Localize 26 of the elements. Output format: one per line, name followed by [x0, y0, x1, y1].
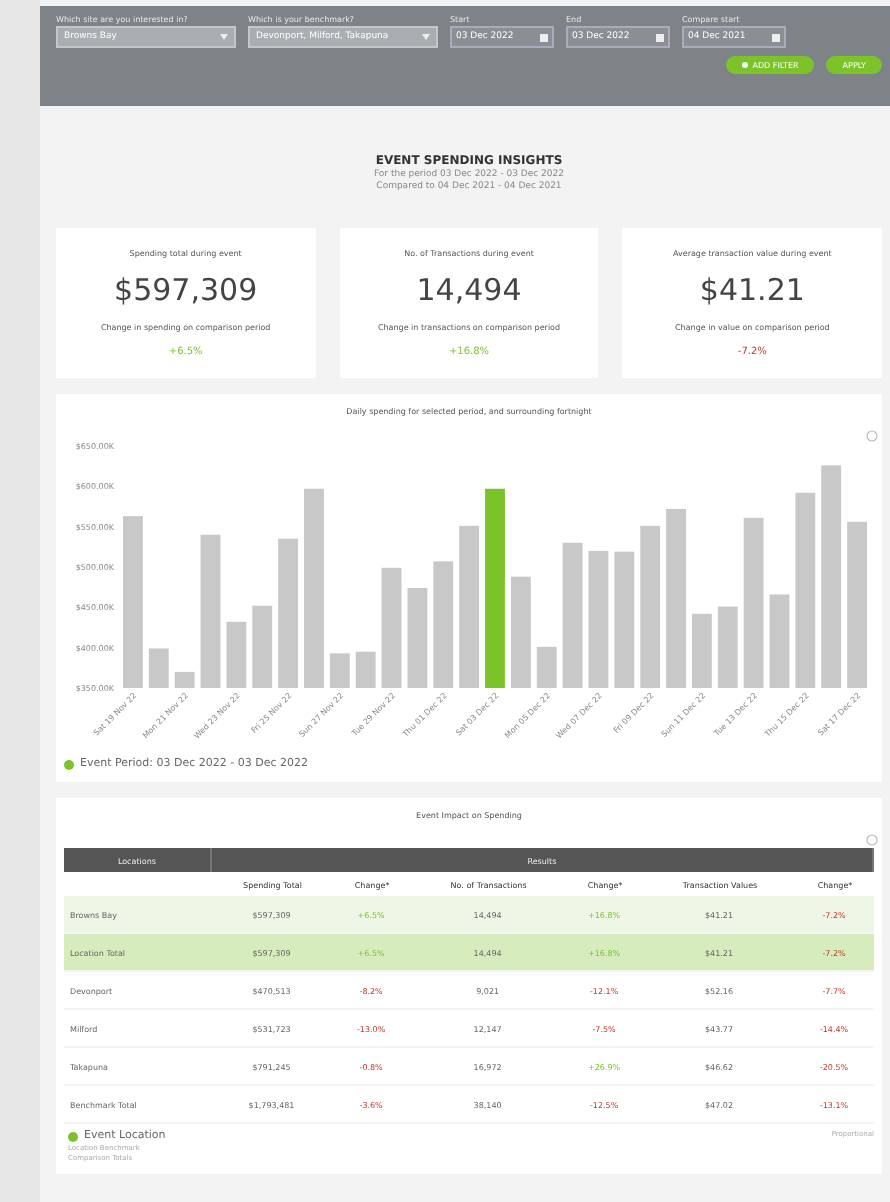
legend-dot	[64, 759, 74, 769]
legend-dot	[68, 1131, 78, 1141]
chart-bar	[381, 567, 402, 688]
chart-bar	[226, 621, 247, 688]
chart-bar	[329, 653, 350, 688]
chart-bar	[588, 550, 609, 688]
chart-bar	[536, 646, 557, 688]
chart-bar	[717, 606, 738, 688]
chart-bar	[252, 605, 273, 688]
chart-bar	[691, 613, 712, 688]
card-value: $41.21	[699, 272, 805, 308]
menu-icon[interactable]	[866, 834, 878, 846]
card-value: 14,494	[416, 272, 522, 308]
calendar-icon	[772, 33, 780, 41]
calendar-icon	[656, 33, 664, 41]
chart-bar	[510, 576, 531, 688]
chart-bar	[433, 561, 454, 688]
chart-bar	[174, 671, 195, 688]
menu-icon[interactable]	[866, 430, 878, 442]
chart-bar	[355, 651, 376, 688]
card-value: $597,309	[114, 272, 258, 308]
chart-bar	[769, 594, 790, 688]
chart-bar	[148, 648, 169, 688]
calendar-icon	[540, 33, 548, 41]
chart-bar	[614, 551, 635, 688]
chart-bar	[407, 587, 428, 688]
